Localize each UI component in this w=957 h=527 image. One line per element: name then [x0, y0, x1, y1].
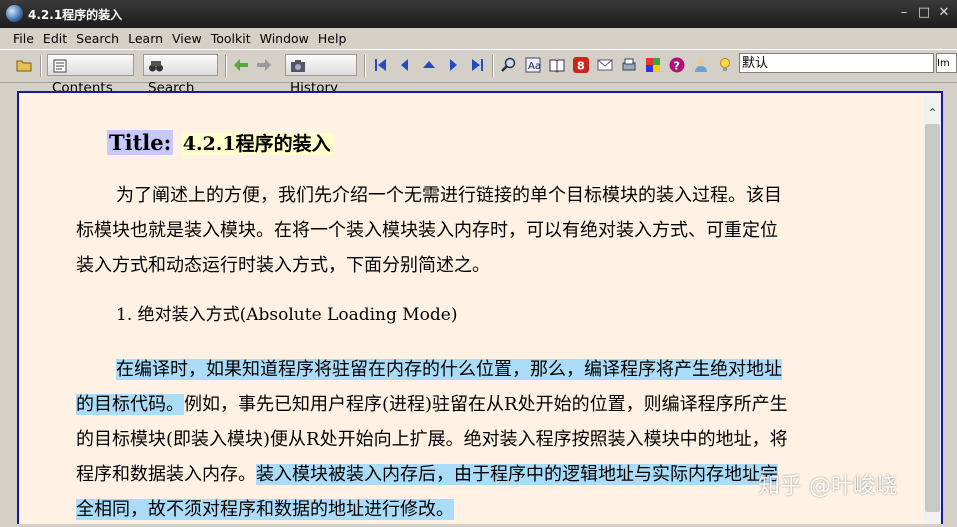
- menu-help[interactable]: Help: [314, 28, 351, 46]
- paragraph-2-line-1: 在编译时，如果知道程序将驻留在内存的什么位置，那么，编译程序将产生绝对地址: [76, 352, 860, 387]
- camera-icon: [291, 60, 305, 72]
- menu-edit[interactable]: Edit: [39, 28, 71, 46]
- close-button[interactable]: ✕: [933, 4, 955, 22]
- paragraph-1-line-2: 标模块也就是装入模块。在将一个装入模块装入内存时，可以有绝对装入方式、可重定位: [76, 220, 778, 241]
- svg-text:8: 8: [577, 60, 585, 73]
- search-button[interactable]: Search: [143, 54, 218, 96]
- app-icon: [6, 5, 23, 22]
- contents-icon: [53, 59, 67, 73]
- highlight-2: 的目标代码。: [76, 394, 184, 415]
- paragraph-1: 为了阐述上的方便，我们先介绍一个无需进行链接的单个目标模块的装入过程。该目: [76, 178, 860, 213]
- arrow-left-icon: [234, 59, 248, 71]
- paragraph-1-line-1: 为了阐述上的方便，我们先介绍一个无需进行链接的单个目标模块的装入过程。该目: [116, 185, 782, 206]
- paragraph-1-line-3: 装入方式和动态运行时装入方式，下面分别简述之。: [76, 255, 490, 276]
- paragraph-2-line-5: 全相同，故不须对程序和数据的地址进行修改。: [76, 492, 860, 527]
- minimize-button[interactable]: –: [893, 4, 915, 22]
- paragraph-2-line-3: 的目标模块(即装入模块)便从R处开始向上扩展。绝对装入程序按照装入模块中的地址，…: [76, 429, 788, 450]
- contents-button[interactable]: Contents: [47, 54, 134, 96]
- paragraph-1-cont: 标模块也就是装入模块。在将一个装入模块装入内存时，可以有绝对装入方式、可重定位 …: [76, 213, 860, 283]
- forward-button[interactable]: [256, 54, 275, 76]
- title-value: 4.2.1程序的装入: [180, 133, 333, 155]
- menu-learn[interactable]: Learn: [124, 28, 167, 46]
- paragraph-2-text-2: 程序和数据装入内存。: [76, 464, 256, 485]
- font-size-icon[interactable]: Aa: [525, 57, 541, 73]
- open-folder-button[interactable]: [16, 54, 35, 76]
- svg-text:Aa: Aa: [528, 61, 541, 72]
- binoculars-icon: [149, 61, 163, 72]
- up-icon[interactable]: [421, 57, 437, 73]
- menu-view[interactable]: View: [168, 28, 206, 46]
- vertical-scrollbar[interactable]: ⌃: [924, 96, 941, 524]
- page-title: Title: 4.2.1程序的装入: [107, 129, 333, 157]
- window-title: 4.2.1程序的装入: [28, 8, 123, 22]
- book-icon[interactable]: [549, 57, 565, 73]
- title-bar: 4.2.1程序的装入 – □ ✕: [0, 0, 957, 28]
- palette-icon[interactable]: [645, 57, 661, 73]
- maximize-button[interactable]: □: [913, 4, 935, 22]
- next-icon[interactable]: [445, 57, 461, 73]
- previous-icon[interactable]: [397, 57, 413, 73]
- folder-icon: [16, 60, 32, 72]
- title-label: Title:: [107, 130, 174, 155]
- menu-bar: File Edit Search Learn View Toolkit Window Help: [0, 28, 957, 48]
- help-icon[interactable]: ?: [669, 57, 685, 73]
- person-icon[interactable]: [693, 57, 709, 73]
- menu-file[interactable]: File: [9, 28, 38, 46]
- svg-text:?: ?: [674, 60, 680, 73]
- highlight-1: 在编译时，如果知道程序将驻留在内存的什么位置，那么，编译程序将产生绝对地址: [116, 359, 782, 380]
- menu-search[interactable]: Search: [72, 28, 123, 46]
- input-method-field[interactable]: Im: [936, 53, 957, 73]
- watermark: 知乎 @叶峻峣: [758, 474, 897, 499]
- list-item: 1. 绝对装入方式(Absolute Loading Mode): [116, 305, 458, 325]
- highlight-4: 全相同，故不须对程序和数据的地址进行修改。: [76, 499, 454, 520]
- google-icon[interactable]: 8: [573, 57, 589, 73]
- find-icon[interactable]: [501, 57, 517, 73]
- last-page-icon[interactable]: [469, 57, 485, 73]
- print-icon[interactable]: [621, 57, 637, 73]
- history-button[interactable]: History: [285, 54, 357, 96]
- menu-toolkit[interactable]: Toolkit: [207, 28, 255, 46]
- menu-window[interactable]: Window: [256, 28, 313, 46]
- back-button[interactable]: [233, 54, 252, 76]
- scroll-up-icon[interactable]: ⌃: [924, 106, 941, 122]
- first-page-icon[interactable]: [373, 57, 389, 73]
- paragraph-2: 在编译时，如果知道程序将驻留在内存的什么位置，那么，编译程序将产生绝对地址 的目…: [76, 352, 860, 527]
- lightbulb-icon[interactable]: [717, 57, 733, 73]
- highlight-3: 装入模块被装入内存后，由于程序中的逻辑地址与实际内存地址完: [256, 464, 778, 485]
- arrow-right-icon: [257, 59, 271, 71]
- paragraph-2-line-4: 程序和数据装入内存。装入模块被装入内存后，由于程序中的逻辑地址与实际内存地址完: [76, 457, 860, 492]
- mail-icon[interactable]: [597, 57, 613, 73]
- search-input[interactable]: 默认: [739, 53, 934, 73]
- paragraph-2-text: 例如，事先已知用户程序(进程)驻留在从R处开始的位置，则编译程序所产生: [184, 394, 788, 415]
- scroll-thumb[interactable]: [925, 124, 940, 512]
- paragraph-2-line-2: 的目标代码。例如，事先已知用户程序(进程)驻留在从R处开始的位置，则编译程序所产…: [76, 387, 860, 422]
